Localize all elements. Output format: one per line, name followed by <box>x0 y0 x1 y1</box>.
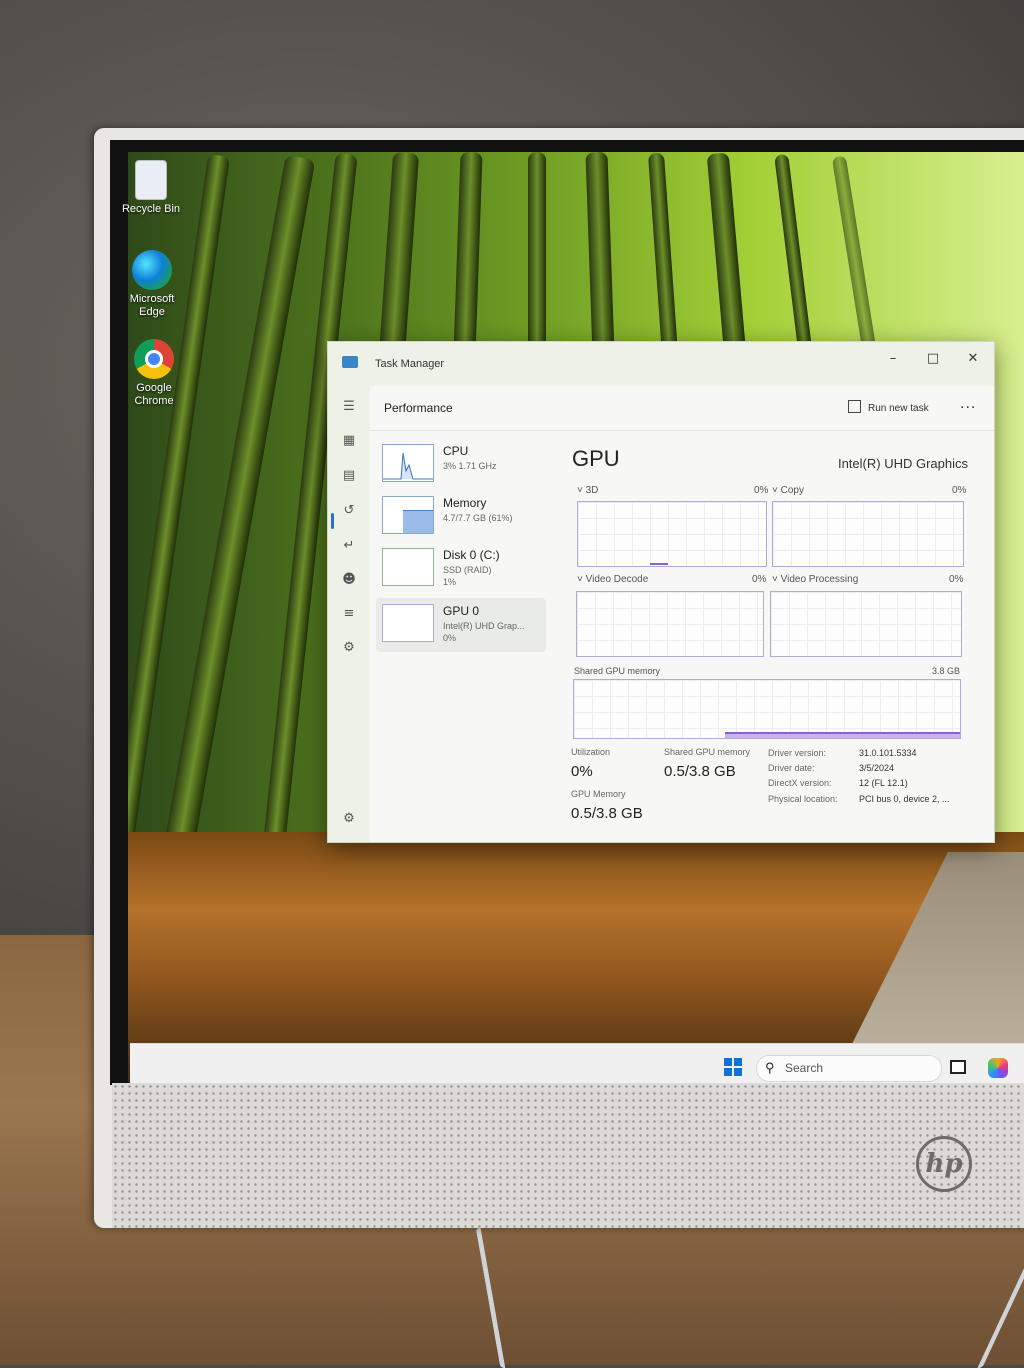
gpu-title: GPU <box>572 446 620 471</box>
utilization-label: Utilization <box>571 747 611 757</box>
engine-3d-graph <box>577 501 767 567</box>
run-new-task-label: Run new task <box>868 403 929 414</box>
gpu-memory-label: GPU Memory <box>571 789 626 799</box>
utilization-value: 0% <box>571 763 593 780</box>
shared-memory-label: Shared GPU memory <box>664 747 751 757</box>
task-manager-app-icon <box>342 356 358 368</box>
engine-copy-graph <box>772 501 964 567</box>
edge-icon <box>132 250 172 290</box>
device-name: CPU <box>443 444 469 458</box>
search-placeholder: Search <box>785 1061 824 1075</box>
startup-apps-icon[interactable]: ↵ <box>340 537 358 555</box>
engine-video-processing-label[interactable]: ˅ Video Processing <box>772 574 858 585</box>
desktop-icon-label: Microsoft Edge <box>129 293 175 318</box>
desktop-icon-recycle-bin[interactable]: Recycle Bin <box>116 160 186 216</box>
memory-thumbnail-graph <box>382 496 434 534</box>
desktop-icon-label: Google Chrome <box>134 382 174 407</box>
hp-logo-text: hp <box>925 1149 963 1179</box>
task-manager-window: Task Manager – □ ✕ ☰ ▦ ▤ ↺ ↵ ☻ ≡ ⚙ ⚙ Per… <box>327 341 995 843</box>
device-item-gpu[interactable]: GPU 0 Intel(R) UHD Grap... 0% <box>376 598 546 652</box>
driver-version-label: Driver version: <box>768 748 827 758</box>
disk-thumbnail-graph <box>382 548 434 586</box>
engine-copy-value: 0% <box>952 485 967 496</box>
physical-location-label: Physical location: <box>768 794 838 804</box>
run-task-icon <box>848 400 861 413</box>
device-name: GPU 0 <box>443 604 480 618</box>
shared-memory-value: 0.5/3.8 GB <box>664 763 736 780</box>
minimize-icon[interactable]: – <box>876 347 910 371</box>
app-history-icon[interactable]: ↺ <box>340 502 358 520</box>
page-title: Performance <box>384 401 453 415</box>
task-view-icon[interactable] <box>950 1060 966 1074</box>
engine-video-decode-value: 0% <box>752 574 767 585</box>
device-name: Memory <box>443 496 487 510</box>
run-new-task-button[interactable]: Run new task <box>848 400 929 414</box>
physical-location-value: PCI bus 0, device 2, ... <box>859 794 950 804</box>
window-title: Task Manager <box>375 358 445 370</box>
desktop-icon-label: Recycle Bin <box>121 203 181 215</box>
users-icon[interactable]: ☻ <box>340 571 358 589</box>
maximize-icon[interactable]: □ <box>916 347 950 371</box>
desktop-icon-edge[interactable]: Microsoft Edge <box>117 250 187 319</box>
device-name: Disk 0 (C:) <box>443 548 500 562</box>
device-item-cpu[interactable]: CPU 3% 1.71 GHz <box>376 438 546 488</box>
page-header: Performance Run new task ... <box>370 386 994 431</box>
speaker-grille <box>112 1083 1024 1228</box>
nav-selection-indicator <box>331 513 334 529</box>
processes-icon[interactable]: ▦ <box>340 432 358 450</box>
engine-3d-label[interactable]: ˅ 3D <box>577 485 598 496</box>
performance-icon[interactable]: ▤ <box>340 467 358 485</box>
settings-icon[interactable]: ⚙ <box>340 810 358 828</box>
engine-3d-value: 0% <box>754 485 769 496</box>
shared-memory-fill <box>725 732 960 738</box>
device-detail: SSD (RAID) 1% <box>443 565 492 587</box>
title-bar[interactable]: Task Manager – □ ✕ <box>328 342 994 386</box>
directx-version-label: DirectX version: <box>768 778 832 788</box>
shared-memory-graph-label: Shared GPU memory <box>574 666 661 676</box>
driver-date-label: Driver date: <box>768 763 815 773</box>
gpu-thumbnail-graph <box>382 604 434 642</box>
device-detail: Intel(R) UHD Grap... 0% <box>443 621 525 643</box>
driver-date-value: 3/5/2024 <box>859 763 895 773</box>
more-options-button[interactable]: ... <box>960 395 976 413</box>
services-icon[interactable]: ⚙ <box>340 639 358 657</box>
hamburger-menu-icon[interactable]: ☰ <box>340 398 358 416</box>
engine-video-processing-value: 0% <box>949 574 964 585</box>
driver-version-value: 31.0.101.5334 <box>859 748 917 758</box>
engine-copy-label[interactable]: ˅ Copy <box>772 485 804 496</box>
graph-spike <box>650 563 668 565</box>
hp-logo: hp <box>916 1136 972 1192</box>
search-icon: ⚲ <box>765 1060 775 1075</box>
windows-start-icon[interactable] <box>724 1058 742 1076</box>
chrome-icon <box>134 339 174 379</box>
gpu-memory-value: 0.5/3.8 GB <box>571 805 643 822</box>
shared-memory-max-label: 3.8 GB <box>931 666 960 676</box>
taskbar-search-box[interactable]: ⚲ Search <box>756 1055 942 1082</box>
close-icon[interactable]: ✕ <box>956 347 990 371</box>
engine-video-processing-graph <box>770 591 962 657</box>
device-detail: 3% 1.71 GHz <box>443 461 497 471</box>
nav-rail: ☰ ▦ ▤ ↺ ↵ ☻ ≡ ⚙ ⚙ <box>328 386 370 842</box>
device-item-disk[interactable]: Disk 0 (C:) SSD (RAID) 1% <box>376 542 546 592</box>
directx-version-value: 12 (FL 12.1) <box>859 778 908 788</box>
cpu-thumbnail-graph <box>382 444 434 482</box>
device-detail: 4.7/7.7 GB (61%) <box>443 513 513 523</box>
desktop-icon-chrome[interactable]: Google Chrome <box>119 339 189 408</box>
recycle-bin-icon <box>135 160 167 200</box>
device-item-memory[interactable]: Memory 4.7/7.7 GB (61%) <box>376 490 546 540</box>
engine-video-decode-graph <box>576 591 764 657</box>
details-icon[interactable]: ≡ <box>340 605 358 623</box>
shared-memory-graph <box>573 679 961 739</box>
engine-video-decode-label[interactable]: ˅ Video Decode <box>577 574 648 585</box>
copilot-icon[interactable] <box>988 1058 1008 1078</box>
gpu-adapter-name: Intel(R) UHD Graphics <box>837 456 968 471</box>
